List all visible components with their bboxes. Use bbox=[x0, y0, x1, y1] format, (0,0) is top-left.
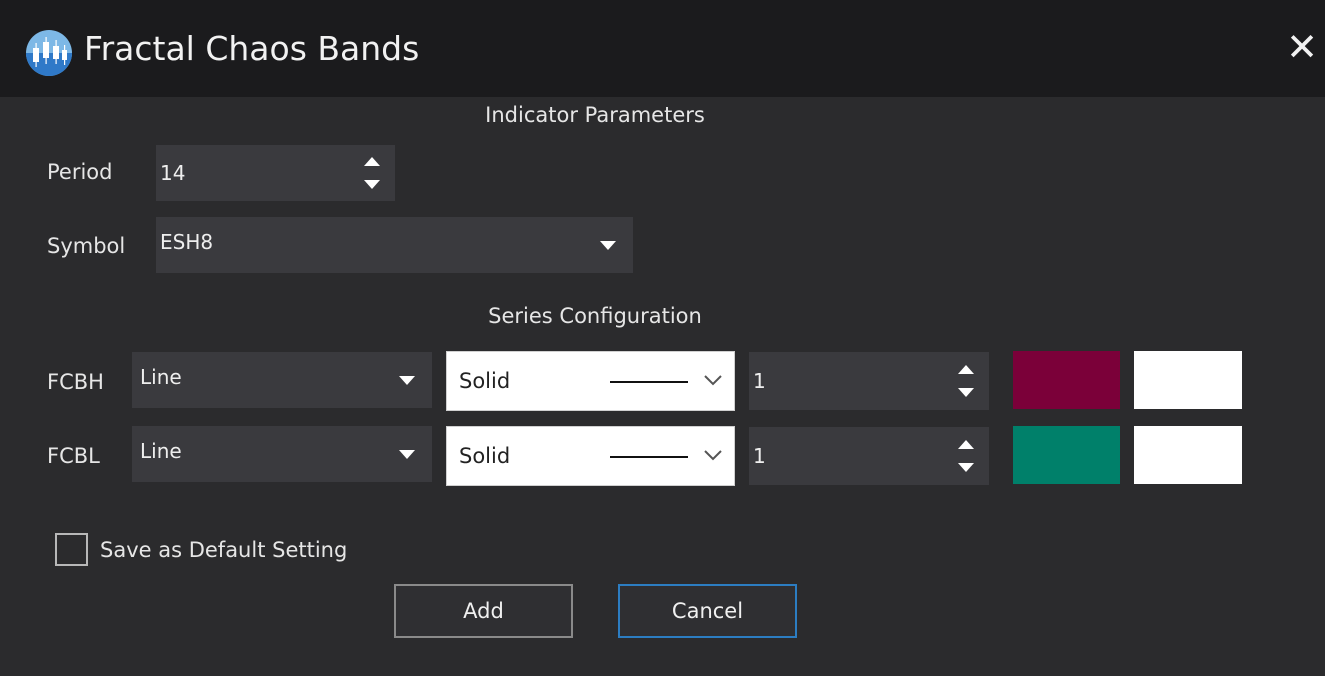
series-secondary-color-swatch-fcbh[interactable] bbox=[1134, 351, 1242, 409]
line-style-value: Solid bbox=[459, 444, 511, 468]
cancel-button[interactable]: Cancel bbox=[618, 584, 797, 638]
line-style-dropdown-fcbh[interactable]: Solid bbox=[446, 351, 735, 411]
line-style-value: Solid bbox=[459, 369, 511, 393]
line-width-stepper-fcbl[interactable]: 1 bbox=[749, 427, 989, 485]
line-style-preview bbox=[610, 381, 688, 383]
spin-down-icon[interactable] bbox=[958, 463, 974, 472]
save-default-checkbox[interactable] bbox=[55, 533, 88, 566]
fractal-chaos-bands-dialog: Fractal Chaos Bands ✕ Indicator Paramete… bbox=[0, 0, 1325, 676]
line-style-preview bbox=[610, 456, 688, 458]
series-type-dropdown-fcbh[interactable]: Line bbox=[132, 352, 432, 408]
series-color-swatch-fcbl[interactable] bbox=[1013, 426, 1120, 484]
chevron-down-icon bbox=[399, 376, 415, 385]
series-name-fcbh: FCBH bbox=[47, 370, 104, 394]
symbol-label: Symbol bbox=[47, 234, 126, 258]
spin-down-icon[interactable] bbox=[958, 388, 974, 397]
close-icon[interactable]: ✕ bbox=[1282, 22, 1322, 72]
spin-up-icon[interactable] bbox=[958, 365, 974, 374]
period-label: Period bbox=[47, 160, 113, 184]
series-secondary-color-swatch-fcbl[interactable] bbox=[1134, 426, 1242, 484]
line-width-value: 1 bbox=[753, 369, 766, 393]
chevron-down-icon bbox=[704, 375, 722, 386]
line-width-spin-buttons[interactable] bbox=[955, 363, 977, 399]
line-width-value: 1 bbox=[753, 444, 766, 468]
spin-up-icon[interactable] bbox=[364, 157, 380, 166]
chevron-down-icon bbox=[600, 241, 616, 250]
series-color-swatch-fcbh[interactable] bbox=[1013, 351, 1120, 409]
candlestick-chart-icon bbox=[26, 30, 72, 76]
period-value: 14 bbox=[160, 161, 186, 185]
spin-up-icon[interactable] bbox=[958, 440, 974, 449]
line-width-spin-buttons[interactable] bbox=[955, 438, 977, 474]
period-stepper[interactable]: 14 bbox=[156, 145, 395, 201]
series-configuration-heading: Series Configuration bbox=[488, 304, 702, 328]
chevron-down-icon bbox=[399, 450, 415, 459]
line-width-stepper-fcbh[interactable]: 1 bbox=[749, 352, 989, 410]
line-style-dropdown-fcbl[interactable]: Solid bbox=[446, 426, 735, 486]
save-default-label[interactable]: Save as Default Setting bbox=[100, 535, 347, 565]
period-spin-buttons[interactable] bbox=[361, 155, 383, 191]
symbol-value: ESH8 bbox=[160, 230, 214, 254]
series-name-fcbl: FCBL bbox=[47, 444, 100, 468]
title-bar: Fractal Chaos Bands ✕ bbox=[0, 0, 1325, 97]
series-type-value: Line bbox=[140, 439, 182, 463]
series-type-value: Line bbox=[140, 365, 182, 389]
add-button[interactable]: Add bbox=[394, 584, 573, 638]
chevron-down-icon bbox=[704, 450, 722, 461]
symbol-dropdown[interactable]: ESH8 bbox=[156, 217, 633, 273]
dialog-title: Fractal Chaos Bands bbox=[84, 29, 420, 68]
indicator-parameters-heading: Indicator Parameters bbox=[485, 103, 705, 127]
spin-down-icon[interactable] bbox=[364, 180, 380, 189]
series-type-dropdown-fcbl[interactable]: Line bbox=[132, 426, 432, 482]
